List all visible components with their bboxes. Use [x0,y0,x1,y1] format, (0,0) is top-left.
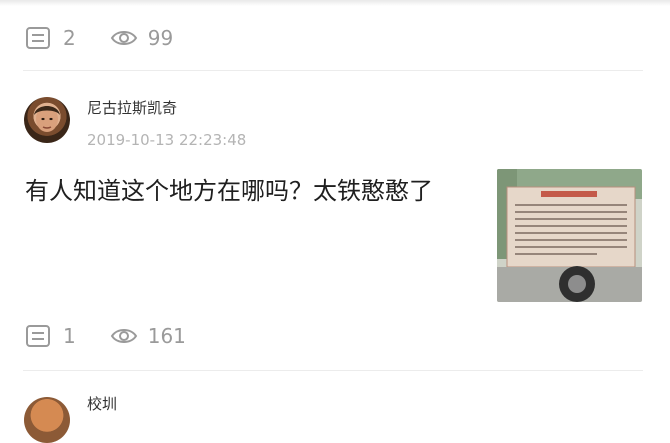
comment-icon [26,27,50,49]
comment-stat[interactable]: 1 [25,324,76,348]
comment-icon [26,325,50,347]
post-timestamp: 2019-10-13 22:23:48 [87,131,247,149]
view-count: 161 [147,324,186,348]
notice-board-photo-icon [497,169,642,302]
comment-stat[interactable]: 2 [25,26,76,50]
previous-post-stats: 2 99 [25,26,173,50]
post-divider [23,70,643,71]
avatar[interactable] [24,97,70,143]
eye-icon [110,31,137,45]
previous-post-bottom-edge [0,0,670,6]
view-stat: 161 [110,324,186,348]
view-count: 99 [147,26,174,50]
post-stats: 1 161 [25,324,186,348]
avatar-face-icon [34,106,60,132]
view-stat: 99 [110,26,173,50]
username[interactable]: 尼古拉斯凯奇 [87,97,177,118]
post-divider [23,370,643,371]
post-text[interactable]: 有人知道这个地方在哪吗？太铁憨憨了 [25,172,465,210]
post-thumbnail[interactable] [497,169,642,302]
username[interactable]: 校圳 [87,393,117,414]
comment-count: 1 [63,324,76,348]
avatar[interactable] [24,397,70,443]
comment-count: 2 [63,26,76,50]
eye-icon [110,329,137,343]
